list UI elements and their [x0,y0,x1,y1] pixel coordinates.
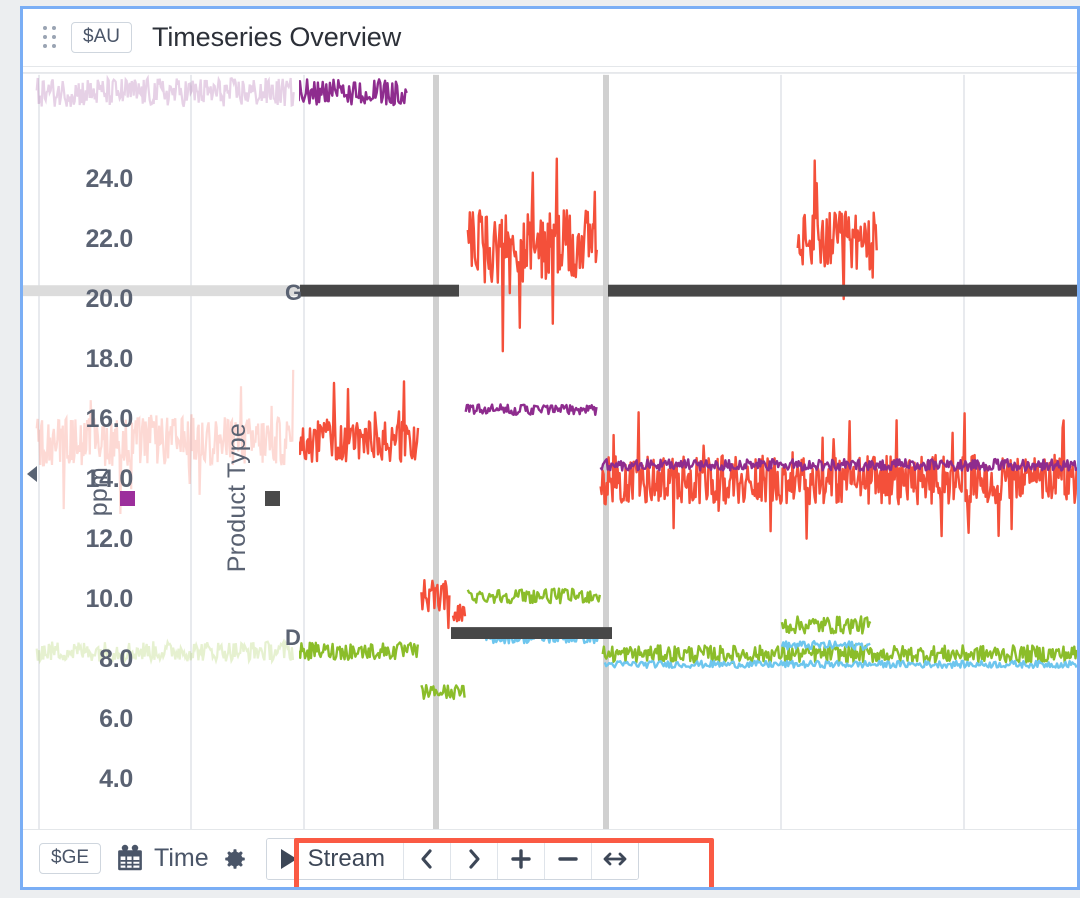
y-tick-8: 8.0 [99,645,133,673]
y-tick-16: 16.0 [85,405,134,433]
timeseries-plot [23,67,1077,829]
zoom-in-button[interactable] [498,838,546,879]
y-tick-10: 10.0 [85,585,134,613]
gear-icon[interactable] [222,846,248,872]
drag-dots-icon[interactable] [39,25,61,51]
chevron-right-icon [469,848,480,869]
y-tick-4: 4.0 [99,765,133,793]
header-tag-button[interactable]: $AU [71,22,132,53]
y-tick-20: 20.0 [85,285,134,313]
panel-header: $AU Timeseries Overview [23,9,1077,67]
calendar-icon[interactable] [115,844,145,874]
legend-swatch-product-type [265,491,280,506]
plus-icon [511,848,531,869]
left-right-arrow-icon [603,852,627,865]
zoom-out-button[interactable] [545,838,593,879]
y-tick-24: 24.0 [85,165,134,193]
y-tick-22: 22.0 [85,225,134,253]
x-gridlines [38,74,965,829]
fit-button[interactable] [592,838,639,879]
y-axis-label-ppm: ppm [85,467,113,517]
y-tick-6: 6.0 [99,705,133,733]
timeseries-panel: $AU Timeseries Overview 24.0 22.0 20.0 1… [20,6,1080,890]
triangle-left-icon [27,466,37,482]
minus-icon [558,856,578,861]
footer-tag-button[interactable]: $GE [39,843,102,874]
stream-button[interactable]: Stream [266,838,405,879]
panel-footer: $GE Time Stream [23,829,1077,887]
time-label: Time [154,844,209,872]
stream-label: Stream [307,844,386,872]
playback-controls: Stream [265,837,640,880]
next-button[interactable] [451,838,499,879]
y-tick-category-d: D [285,625,301,650]
page-title: Timeseries Overview [151,22,402,52]
y-axis-label-product-type: Product Type [223,423,251,573]
play-icon [280,848,297,869]
plot-svg [23,71,1077,829]
pan-left-button[interactable] [23,460,41,488]
chevron-left-icon [421,848,432,869]
legend-swatch-ppm [120,491,135,506]
prev-button[interactable] [404,838,452,879]
chart-area[interactable]: 24.0 22.0 20.0 18.0 16.0 14.0 12.0 10.0 … [23,67,1077,829]
y-tick-18: 18.0 [85,345,134,373]
y-tick-12: 12.0 [85,525,134,553]
series-group [299,78,1077,701]
y-tick-category-g: G [285,280,303,305]
